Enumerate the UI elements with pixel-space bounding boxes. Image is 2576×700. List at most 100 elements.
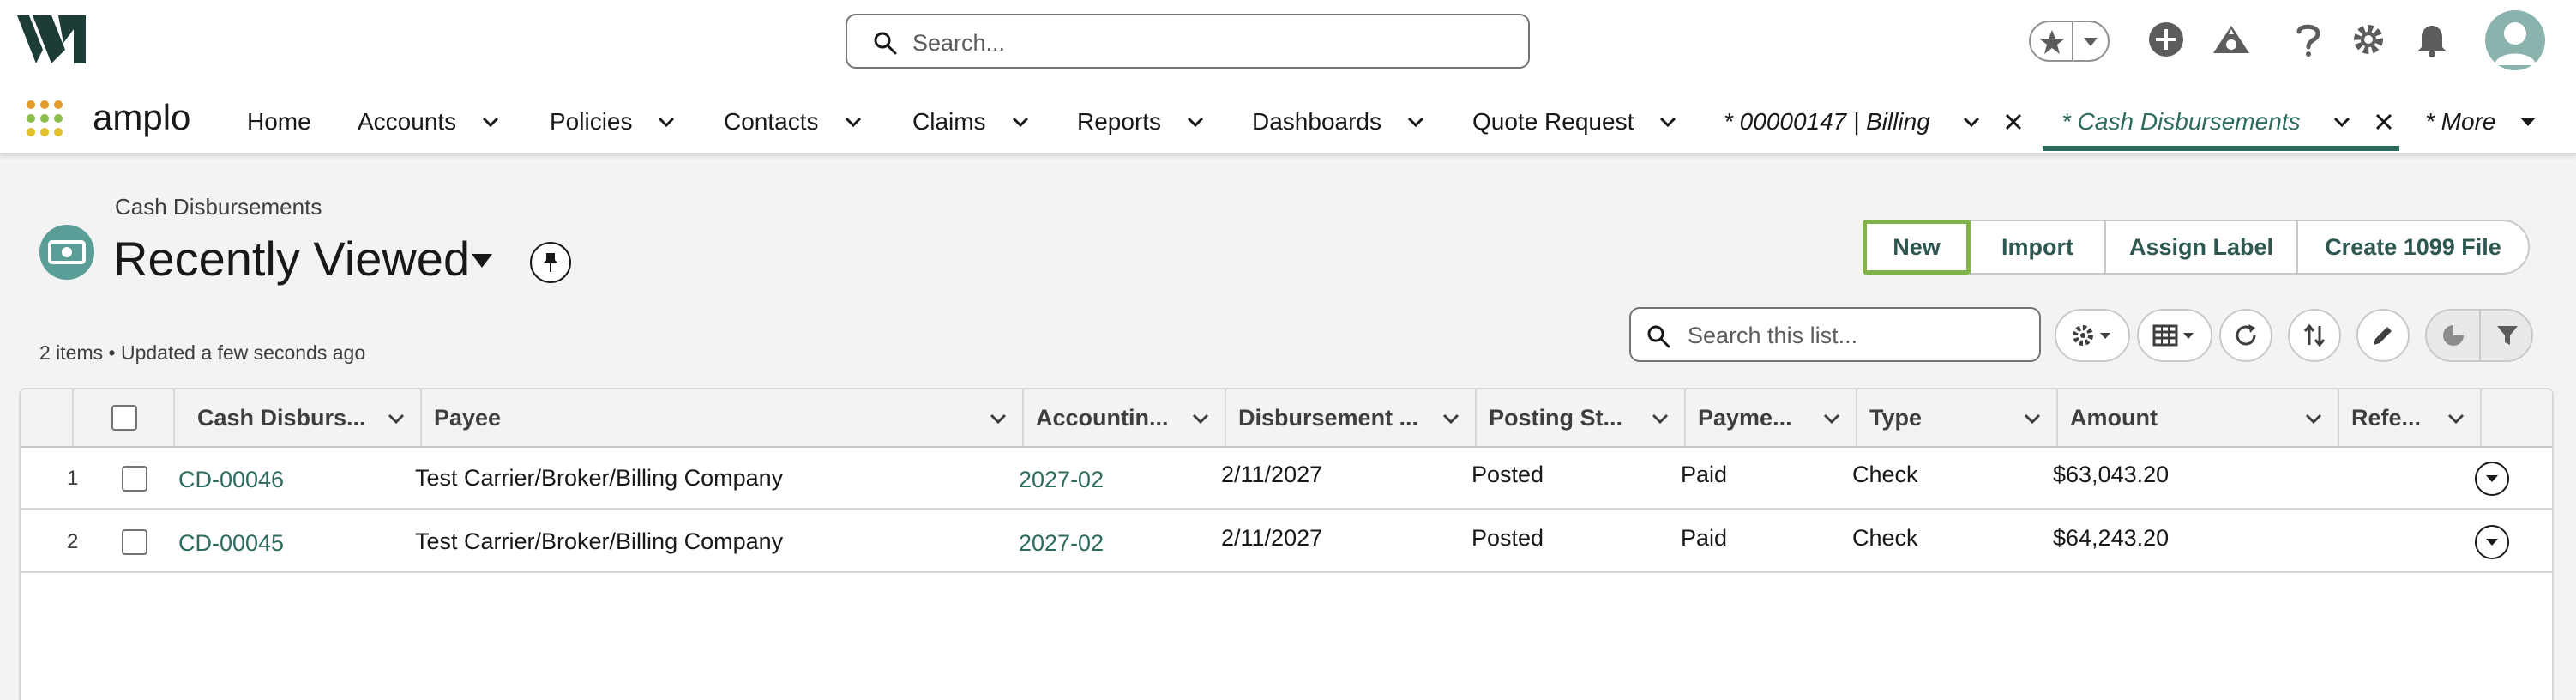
select-all-checkbox[interactable] [111,405,137,431]
chevron-down-icon[interactable] [1658,112,1678,132]
sort-button[interactable] [2288,309,2341,362]
global-actions-add-icon[interactable] [2146,19,2187,60]
chevron-down-icon[interactable] [2303,408,2324,429]
create-1099-file-button[interactable]: Create 1099 File [2296,220,2530,275]
nav-item-accounts[interactable]: Accounts [358,105,501,139]
filter-button[interactable] [2481,311,2531,360]
help-icon[interactable] [2288,19,2329,60]
accounting-period-link[interactable]: 2027-02 [1019,530,1104,557]
list-view-title[interactable]: Recently Viewed [113,232,470,287]
list-actions: New Import Assign Label Create 1099 File [1863,220,2530,275]
assign-label-button[interactable]: Assign Label [2104,220,2298,275]
app-launcher-icon[interactable] [26,100,63,137]
logo-icon[interactable] [17,15,86,63]
amount-cell: $63,043.20 [2053,462,2170,487]
chart-button[interactable] [2427,311,2480,360]
chevron-down-icon[interactable] [1650,408,1670,429]
select-all-header [74,389,175,446]
column-header-amount[interactable]: Amount [2058,389,2339,446]
object-label: Cash Disbursements [115,194,322,220]
chevron-down-icon[interactable] [2332,112,2352,132]
column-header-disbursement-date[interactable]: Disbursement ... [1226,389,1477,446]
row-checkbox[interactable] [122,466,147,492]
nav-item-quote-request[interactable]: Quote Request [1472,105,1678,139]
nav-item-reports[interactable]: Reports [1077,105,1206,139]
new-button-label: New [1893,233,1941,260]
tab-cash-disbursements[interactable]: * Cash Disbursements [2061,105,2393,139]
chevron-down-icon[interactable] [386,408,406,429]
column-header-payee[interactable]: Payee [422,389,1024,446]
list-search-placeholder: Search this list... [1688,323,1858,348]
close-icon[interactable] [2004,112,2023,131]
chevron-down-icon[interactable] [1441,408,1461,429]
nav-item-label: Policies [550,108,633,135]
chevron-down-icon[interactable] [1010,112,1031,132]
chevron-down-icon [2486,475,2498,482]
avatar-icon[interactable] [2485,10,2545,70]
nav-item-label: Accounts [358,108,457,135]
column-header-name[interactable]: Cash Disburs... [175,389,422,446]
payee-cell: Test Carrier/Broker/Billing Company [415,465,784,491]
setup-gear-icon[interactable] [2348,19,2389,60]
chevron-down-icon[interactable] [480,112,501,132]
nav-item-home[interactable]: Home [247,105,311,139]
more-chevron-down-icon[interactable] [2518,112,2538,132]
nav-item-label: Claims [912,108,986,135]
column-header-label: Posting St... [1489,404,1623,431]
column-header-type[interactable]: Type [1857,389,2058,446]
global-search-input[interactable]: Search... [846,14,1530,69]
row-checkbox[interactable] [122,529,147,555]
chevron-down-icon[interactable] [2022,408,2043,429]
import-button[interactable]: Import [1969,220,2106,275]
chevron-down-icon[interactable] [1961,112,1982,132]
chevron-down-icon[interactable] [2446,408,2466,429]
nav-more-menu[interactable]: * More [2425,105,2538,139]
list-search-input[interactable]: Search this list... [1629,307,2041,362]
row-actions-button[interactable] [2475,525,2509,559]
chevron-down-icon[interactable] [656,112,677,132]
type-cell: Check [1852,525,1918,551]
chevron-down-icon[interactable] [988,408,1008,429]
star-icon[interactable] [2037,27,2067,57]
chevron-down-icon[interactable] [1185,112,1206,132]
nav-item-claims[interactable]: Claims [912,105,1031,139]
table-icon [2152,324,2194,347]
column-header-reference[interactable]: Refe... [2339,389,2482,446]
edit-list-button[interactable] [2356,309,2410,362]
column-header-label: Refe... [2351,404,2422,431]
column-header-accounting-period[interactable]: Accountin... [1024,389,1226,446]
column-header-posting-status[interactable]: Posting St... [1477,389,1686,446]
table-row: 2 CD-00045 Test Carrier/Broker/Billing C… [21,511,2552,573]
chevron-down-icon[interactable] [1190,408,1211,429]
column-header-payment-status[interactable]: Payme... [1686,389,1857,446]
trailhead-icon[interactable] [2211,19,2252,60]
accounting-period-link[interactable]: 2027-02 [1019,467,1104,493]
nav-item-contacts[interactable]: Contacts [724,105,864,139]
tab-label: * 00000147 | Billing [1724,108,1930,135]
chevron-down-icon[interactable] [1405,112,1426,132]
favorites-button[interactable] [2029,21,2110,62]
nav-item-label: Reports [1077,108,1162,135]
record-name-link[interactable]: CD-00045 [178,530,284,557]
chevron-down-icon[interactable] [1821,408,1842,429]
close-icon[interactable] [2374,112,2393,131]
table-header: Cash Disburs... Payee Accountin... Disbu… [21,389,2552,448]
pin-button[interactable] [530,242,571,283]
nav-item-dashboards[interactable]: Dashboards [1252,105,1426,139]
refresh-button[interactable] [2219,309,2272,362]
list-settings-button[interactable] [2055,309,2130,362]
list-view-chevron-down-icon[interactable] [470,252,494,269]
display-as-button[interactable] [2137,309,2212,362]
nav-item-label: Home [247,108,311,135]
favorites-menu-chevron-down-icon[interactable] [2080,31,2101,51]
bell-icon[interactable] [2411,19,2453,60]
new-button[interactable]: New [1863,220,1971,275]
payment-status-cell: Paid [1681,525,1728,551]
record-name-link[interactable]: CD-00046 [178,467,284,493]
sort-icon [2303,323,2326,347]
chevron-down-icon[interactable] [843,112,864,132]
row-actions-button[interactable] [2475,462,2509,496]
nav-item-policies[interactable]: Policies [550,105,677,139]
list-status: 2 items • Updated a few seconds ago [39,341,366,364]
tab-billing[interactable]: * 00000147 | Billing [1724,105,2023,139]
